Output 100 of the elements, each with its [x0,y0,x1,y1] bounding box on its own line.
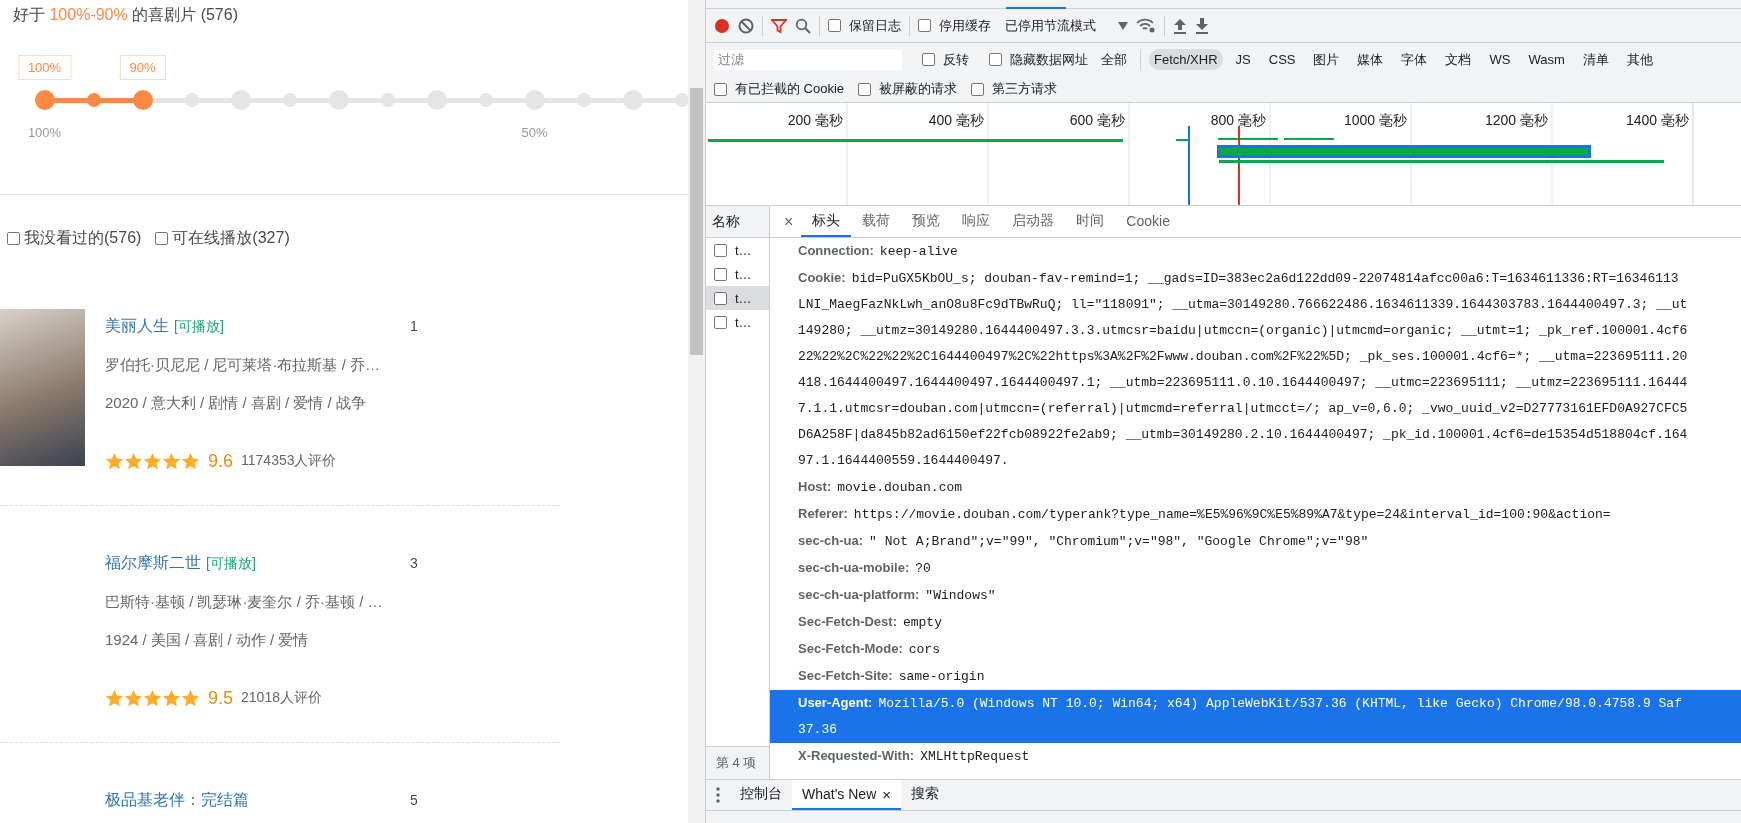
type-filter-button[interactable]: 媒体 [1352,47,1389,72]
checkbox-label[interactable]: 第三方请求 [992,80,1058,98]
movie-cast: 巴斯特·基顿 / 凯瑟琳·麦奎尔 / 乔·基顿 / … [105,592,384,612]
detail-tab[interactable]: 时间 [1065,206,1116,237]
slider-step[interactable] [576,93,591,107]
checkbox[interactable] [858,82,872,96]
clear-icon[interactable] [738,17,754,34]
type-filter-button[interactable]: Fetch/XHR [1149,49,1223,70]
checkbox[interactable] [714,82,727,96]
checkbox[interactable] [922,53,935,66]
download-icon[interactable] [1195,17,1209,34]
checkbox[interactable] [714,243,727,257]
star-icon [162,451,181,471]
checkbox-label[interactable]: 我没看过的(576) [24,228,142,249]
filter-icon[interactable] [771,17,787,34]
column-header[interactable]: 名称 [706,206,769,238]
type-filter-button[interactable]: CSS [1263,49,1301,70]
request-name[interactable]: t… [735,290,752,306]
dropdown-caret-icon[interactable] [1118,21,1128,30]
type-filter-button[interactable]: JS [1230,49,1256,70]
checkbox[interactable] [828,19,841,32]
checkbox[interactable] [155,232,169,245]
detail-tab[interactable]: 启动器 [1001,206,1066,237]
upload-icon[interactable] [1173,17,1187,34]
request-row[interactable]: t… [706,238,769,262]
type-filter-button[interactable]: 图片 [1308,47,1345,72]
checkbox[interactable] [7,232,20,245]
movie-title-link[interactable]: 美丽人生 [105,317,169,334]
checkbox-label[interactable]: 停用缓存 [939,16,991,35]
scrollbar-thumb[interactable] [690,88,703,355]
request-row[interactable]: t… [706,310,769,334]
record-icon[interactable] [714,17,730,34]
filter-input[interactable]: 过滤 [714,49,902,70]
header-entry: sec-ch-ua-mobile: ?0 [797,559,932,578]
checkbox[interactable] [714,291,727,305]
star-icon [143,451,162,471]
checkbox-label[interactable]: 被屏蔽的请求 [879,80,958,98]
type-filter-button[interactable]: 其他 [1621,47,1658,72]
checkbox[interactable] [714,267,727,281]
detail-tab[interactable]: Cookie [1115,206,1181,237]
rating-score: 9.5 [208,687,234,709]
checkbox-label[interactable]: 有已拦截的 Cookie [735,80,845,98]
slider-step[interactable] [426,90,447,110]
type-filter-button[interactable]: 全部 [1096,47,1132,72]
checkbox[interactable] [971,82,985,96]
drawer-tab[interactable]: 控制台 [730,780,792,810]
photo-placeholder[interactable] [0,309,85,466]
type-filter-button[interactable]: 文档 [1440,47,1477,72]
type-filter-button[interactable]: Wasm [1523,49,1570,70]
drawer-tab[interactable]: What's New × [792,780,901,810]
drawer-tab[interactable]: 搜索 [901,780,949,810]
movie-info: 2020 / 意大利 / 剧情 / 喜剧 / 爱情 / 战争 [105,393,367,413]
slider-handle[interactable] [132,90,153,110]
search-icon[interactable] [795,17,811,34]
movie-title-link[interactable]: 福尔摩斯二世 [105,554,201,571]
slider-step[interactable] [86,93,101,107]
request-name[interactable]: t… [735,266,752,282]
star-icon [162,688,181,708]
header-entry: Referer: https://movie.douban.com/typerank?type_name=%E5%96%9C%E5%89%A7&type=24&interval_id=100:90&action= [797,505,1612,524]
timeline-tick-label: 800 毫秒 [1210,112,1266,128]
type-filter-button[interactable]: 清单 [1577,47,1614,72]
type-filter-button[interactable]: WS [1484,49,1516,70]
checkbox-label[interactable]: 反转 [943,50,969,69]
request-row[interactable]: t… [706,262,769,286]
slider-step[interactable] [230,90,251,110]
detail-tab[interactable]: 标头 [801,206,852,237]
detail-tab[interactable]: 载荷 [851,206,902,237]
slider-step[interactable] [674,93,688,107]
slider-step[interactable] [282,93,297,107]
rating-score: 9.6 [208,450,234,472]
throttle-dropdown[interactable]: 已停用节流模式 [1005,16,1096,35]
network-settings-icon[interactable] [1136,17,1156,34]
checkbox-label[interactable]: 隐藏数据网址 [1010,50,1088,69]
checkbox[interactable] [989,53,1002,66]
checkbox[interactable] [714,315,727,329]
star-icon [143,688,162,708]
more-menu-icon[interactable] [716,787,720,803]
detail-tab[interactable]: 响应 [951,206,1002,237]
slider-step[interactable] [524,90,545,110]
detail-tab[interactable]: 预览 [901,206,952,237]
header-entry: Sec-Fetch-Site: same-origin [797,667,986,686]
slider-handle[interactable] [34,90,55,110]
request-name[interactable]: t… [735,314,752,330]
type-filter-button[interactable]: 字体 [1396,47,1433,72]
request-row[interactable]: t… [706,286,769,310]
request-name[interactable]: t… [735,242,752,258]
slider-step[interactable] [478,93,493,107]
timeline-tick-label: 1000 毫秒 [1343,112,1407,128]
close-button[interactable]: × [882,785,891,803]
checkbox[interactable] [918,19,931,32]
movie-cast: 罗伯托·贝尼尼 / 尼可莱塔·布拉斯基 / 乔… [105,355,381,375]
slider-step[interactable] [380,93,395,107]
close-button[interactable]: × [776,206,802,237]
slider-step[interactable] [622,90,643,110]
slider-step[interactable] [184,93,199,107]
checkbox-label[interactable]: 可在线播放(327) [172,228,290,249]
star-icon [181,451,200,471]
movie-title-link[interactable]: 极品基老伴：完结篇 [105,791,249,808]
slider-step[interactable] [328,90,349,110]
checkbox-label[interactable]: 保留日志 [849,16,901,35]
